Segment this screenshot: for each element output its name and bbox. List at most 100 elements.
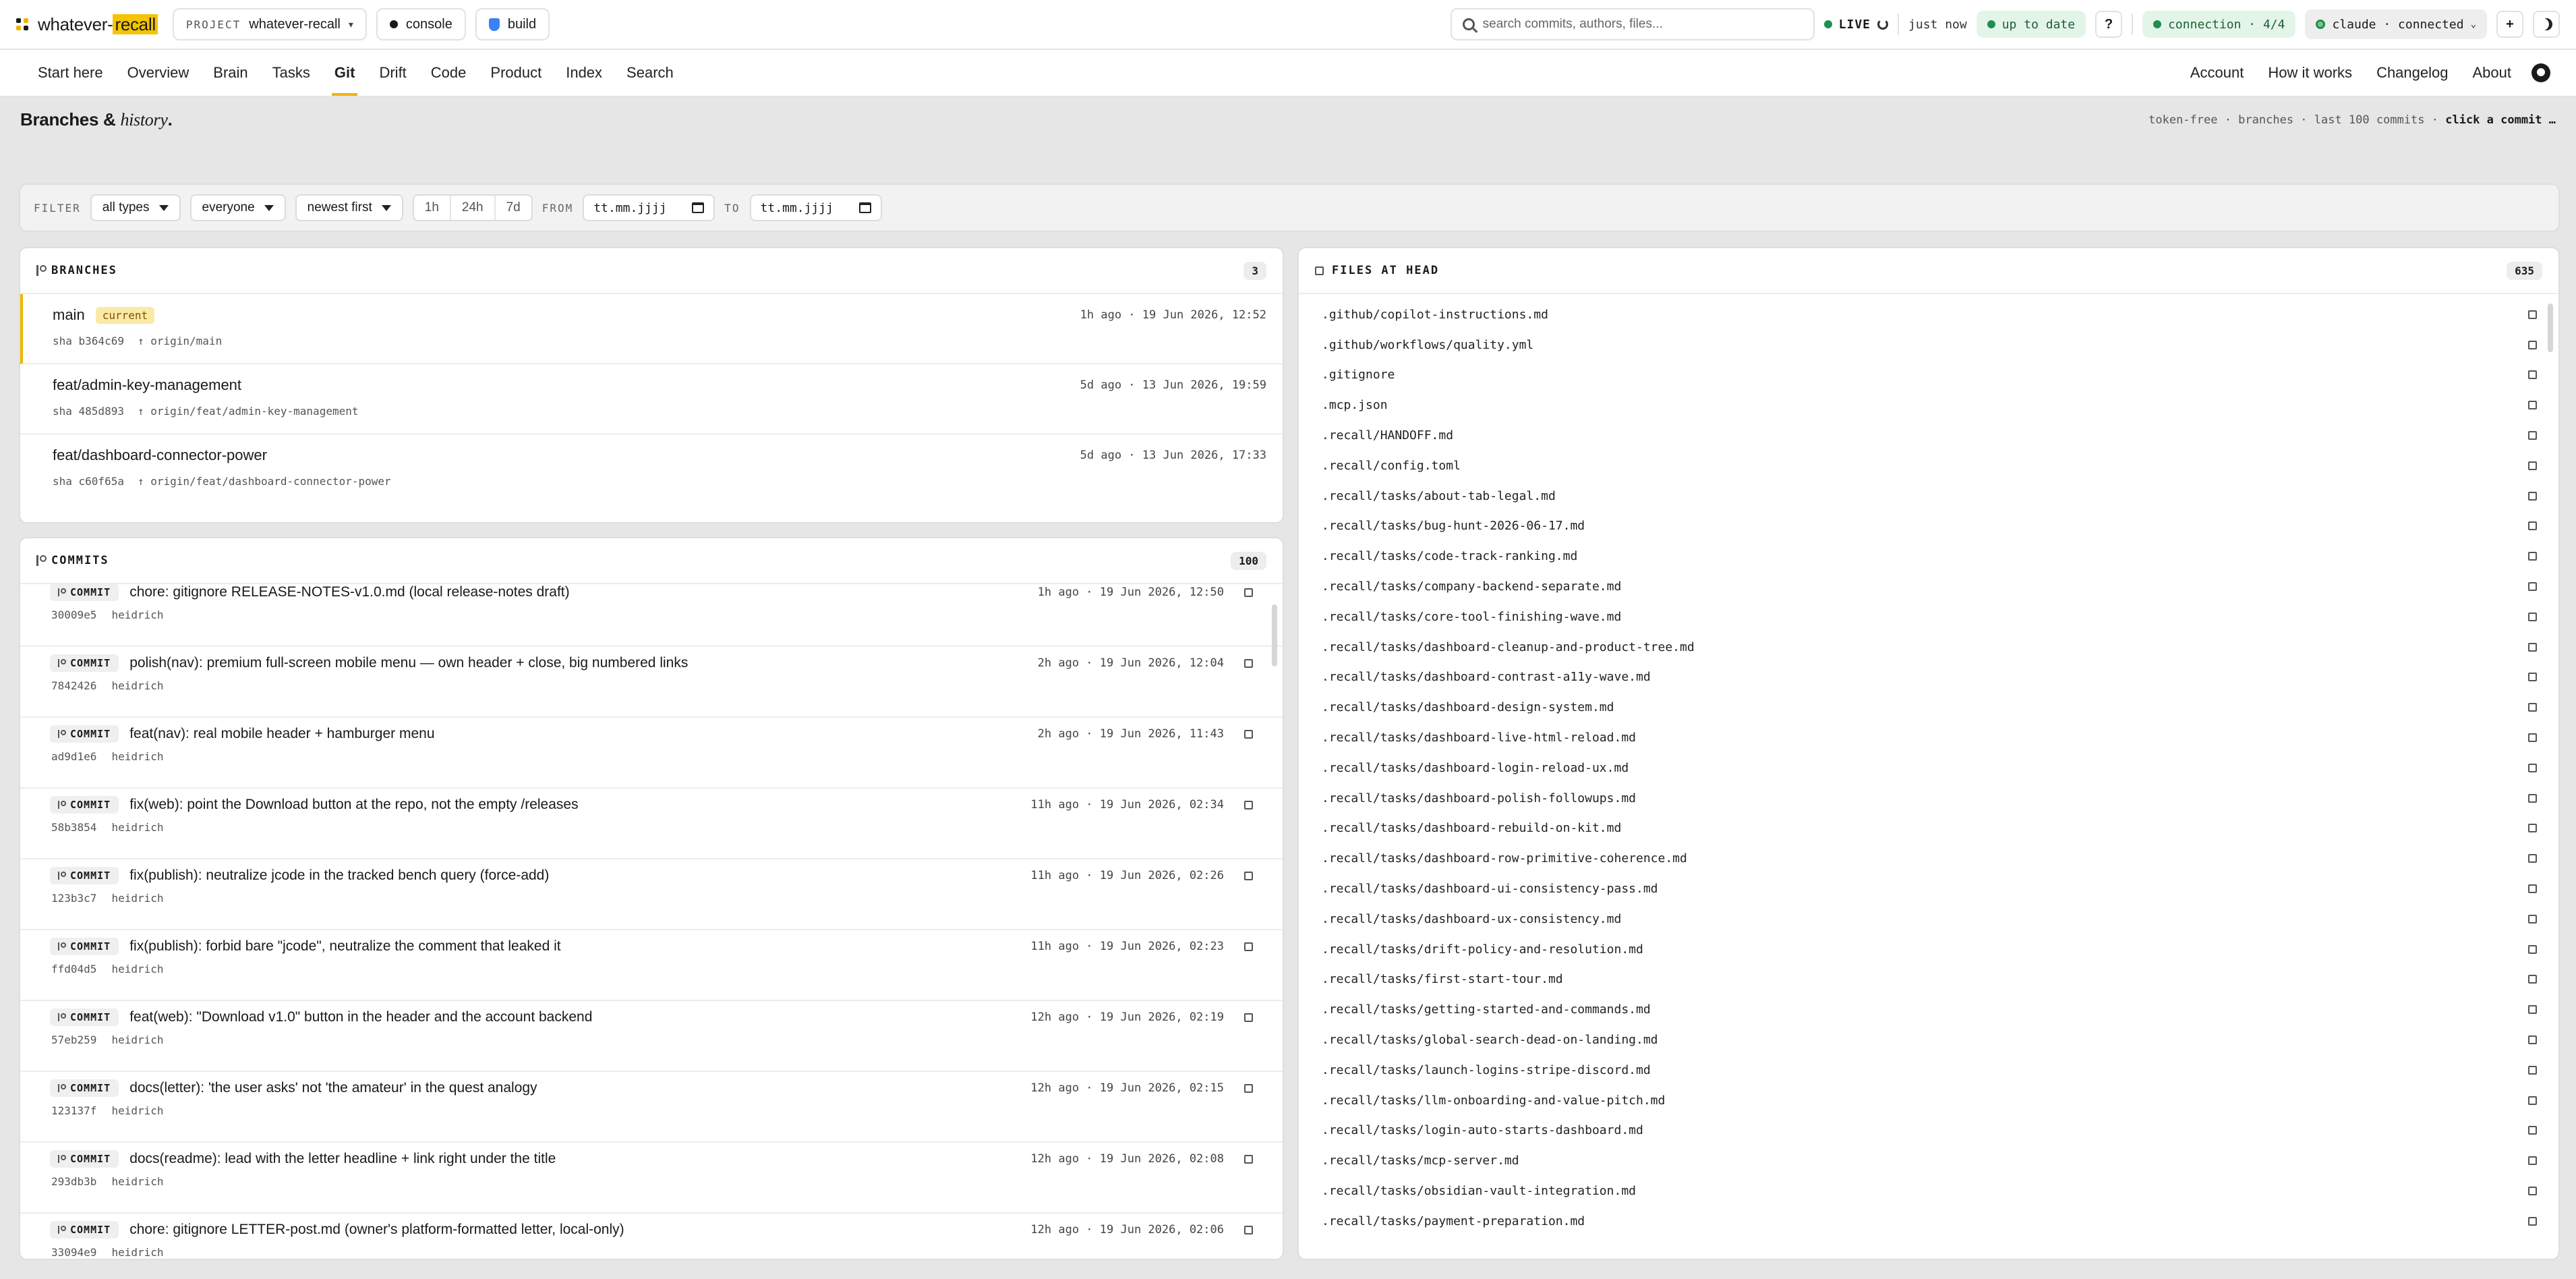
file-row[interactable]: .recall/tasks/dashboard-contrast-a11y-wa… <box>1299 662 2558 693</box>
file-row[interactable]: .recall/tasks/core-tool-finishing-wave.m… <box>1299 602 2558 632</box>
nav-item-overview[interactable]: Overview <box>115 50 202 96</box>
commits-scrollbar[interactable] <box>1272 604 1277 666</box>
range-24h-button[interactable]: 24h <box>451 196 496 220</box>
nav-item-brain[interactable]: Brain <box>201 50 260 96</box>
nav-item-account[interactable]: Account <box>2178 50 2256 96</box>
file-row[interactable]: .recall/tasks/global-search-dead-on-land… <box>1299 1025 2558 1055</box>
file-row[interactable]: .recall/tasks/company-backend-separate.m… <box>1299 571 2558 602</box>
commit-row[interactable]: COMMIT feat(nav): real mobile header + ha… <box>20 718 1283 789</box>
claude-connection-selector[interactable]: claude · connected ⌄ <box>2305 9 2487 39</box>
nav-item-search[interactable]: Search <box>614 50 686 96</box>
external-link-icon[interactable] <box>2528 370 2537 380</box>
commit-row[interactable]: COMMIT docs(readme): lead with the letter… <box>20 1143 1283 1214</box>
external-link-icon[interactable] <box>2528 1096 2537 1105</box>
file-row[interactable]: .recall/tasks/mcp-server.md <box>1299 1145 2558 1176</box>
file-row[interactable]: .recall/tasks/dashboard-ux-consistency.m… <box>1299 904 2558 934</box>
external-link-icon[interactable] <box>2528 763 2537 772</box>
external-link-icon[interactable] <box>2528 854 2537 863</box>
external-link-icon[interactable] <box>2528 1216 2537 1226</box>
nav-item-index[interactable]: Index <box>554 50 614 96</box>
nav-item-code[interactable]: Code <box>419 50 479 96</box>
external-link-icon[interactable] <box>2528 491 2537 501</box>
commit-row[interactable]: COMMIT chore: gitignore LETTER-post.md (o… <box>20 1214 1283 1259</box>
commit-row[interactable]: COMMIT docs(letter): 'the user asks' not … <box>20 1072 1283 1143</box>
external-link-icon[interactable] <box>2528 793 2537 803</box>
file-row[interactable]: .recall/tasks/launch-logins-stripe-disco… <box>1299 1055 2558 1085</box>
external-link-icon[interactable] <box>2528 582 2537 592</box>
search-input[interactable]: search commits, authors, files... <box>1450 8 1815 40</box>
file-row[interactable]: .gitignore <box>1299 360 2558 391</box>
external-link-icon[interactable] <box>2528 310 2537 319</box>
commit-row[interactable]: COMMIT chore: gitignore RELEASE-NOTES-v1.… <box>20 584 1283 647</box>
file-row[interactable]: .recall/tasks/llm-onboarding-and-value-p… <box>1299 1085 2558 1116</box>
external-link-icon[interactable] <box>2528 975 2537 984</box>
brand[interactable]: whatever-recall <box>16 13 158 35</box>
file-row[interactable]: .recall/config.toml <box>1299 451 2558 481</box>
external-link-icon[interactable] <box>2528 521 2537 531</box>
external-link-icon[interactable] <box>1244 1013 1253 1022</box>
external-link-icon[interactable] <box>1244 800 1253 809</box>
external-link-icon[interactable] <box>2528 1126 2537 1135</box>
external-link-icon[interactable] <box>2528 944 2537 954</box>
commit-row[interactable]: COMMIT polish(nav): premium full-screen m… <box>20 647 1283 718</box>
file-row[interactable]: .recall/tasks/code-track-ranking.md <box>1299 541 2558 571</box>
external-link-icon[interactable] <box>2528 642 2537 652</box>
external-link-icon[interactable] <box>2528 884 2537 894</box>
external-link-icon[interactable] <box>1244 942 1253 951</box>
help-button[interactable]: ? <box>2095 11 2123 38</box>
from-date-input[interactable]: tt.mm.jjjj <box>583 194 715 221</box>
file-row[interactable]: .recall/tasks/drift-policy-and-resolutio… <box>1299 934 2558 965</box>
file-row[interactable]: .recall/tasks/dashboard-ui-consistency-p… <box>1299 874 2558 904</box>
file-row[interactable]: .recall/tasks/bug-hunt-2026-06-17.md <box>1299 511 2558 542</box>
add-button[interactable]: + <box>2496 11 2523 38</box>
nav-item-about[interactable]: About <box>2461 50 2524 96</box>
nav-item-drift[interactable]: Drift <box>367 50 418 96</box>
external-link-icon[interactable] <box>1244 1083 1253 1093</box>
external-link-icon[interactable] <box>2528 431 2537 440</box>
file-row[interactable]: .recall/tasks/dashboard-live-html-reload… <box>1299 722 2558 753</box>
file-row[interactable]: .recall/tasks/dashboard-rebuild-on-kit.m… <box>1299 814 2558 844</box>
nav-item-git[interactable]: Git <box>322 50 368 96</box>
external-link-icon[interactable] <box>2528 1187 2537 1195</box>
external-link-icon[interactable] <box>2528 1005 2537 1015</box>
github-link[interactable] <box>2523 50 2550 96</box>
file-row[interactable]: .recall/tasks/first-start-tour.md <box>1299 965 2558 995</box>
external-link-icon[interactable] <box>1244 1225 1253 1234</box>
commit-row[interactable]: COMMIT fix(publish): neutralize jcode in … <box>20 859 1283 930</box>
external-link-icon[interactable] <box>2528 1035 2537 1045</box>
console-button[interactable]: console <box>376 8 466 40</box>
file-row[interactable]: .recall/tasks/dashboard-polish-followups… <box>1299 783 2558 814</box>
range-1h-button[interactable]: 1h <box>414 196 451 220</box>
external-link-icon[interactable] <box>1244 729 1253 739</box>
external-link-icon[interactable] <box>2528 461 2537 470</box>
nav-item-start-here[interactable]: Start here <box>26 50 115 96</box>
file-row[interactable]: .recall/tasks/login-auto-starts-dashboar… <box>1299 1116 2558 1146</box>
external-link-icon[interactable] <box>2528 340 2537 349</box>
external-link-icon[interactable] <box>1244 871 1253 880</box>
external-link-icon[interactable] <box>2528 914 2537 923</box>
external-link-icon[interactable] <box>2528 1156 2537 1166</box>
file-row[interactable]: .recall/tasks/payment-preparation.md <box>1299 1206 2558 1237</box>
external-link-icon[interactable] <box>2528 552 2537 561</box>
file-row[interactable]: .recall/tasks/getting-started-and-comman… <box>1299 994 2558 1025</box>
branch-row[interactable]: feat/dashboard-connector-power 5d ago · 1… <box>20 434 1283 505</box>
nav-item-product[interactable]: Product <box>478 50 554 96</box>
type-select[interactable]: all types <box>90 194 181 221</box>
external-link-icon[interactable] <box>2528 612 2537 621</box>
external-link-icon[interactable] <box>2528 703 2537 712</box>
file-row[interactable]: .recall/tasks/dashboard-cleanup-and-prod… <box>1299 632 2558 662</box>
file-row[interactable]: .recall/HANDOFF.md <box>1299 420 2558 451</box>
nav-item-how-it-works[interactable]: How it works <box>2256 50 2364 96</box>
external-link-icon[interactable] <box>1244 658 1253 668</box>
external-link-icon[interactable] <box>2528 1065 2537 1075</box>
files-scrollbar[interactable] <box>2548 304 2553 352</box>
external-link-icon[interactable] <box>2528 824 2537 833</box>
external-link-icon[interactable] <box>1244 588 1253 597</box>
nav-item-changelog[interactable]: Changelog <box>2364 50 2460 96</box>
file-row[interactable]: .recall/tasks/dashboard-login-reload-ux.… <box>1299 753 2558 783</box>
file-row[interactable]: .github/copilot-instructions.md <box>1299 300 2558 330</box>
file-row[interactable]: .recall/tasks/dashboard-design-system.md <box>1299 692 2558 722</box>
external-link-icon[interactable] <box>2528 733 2537 743</box>
file-row[interactable]: .recall/tasks/about-tab-legal.md <box>1299 481 2558 511</box>
nav-item-tasks[interactable]: Tasks <box>260 50 322 96</box>
